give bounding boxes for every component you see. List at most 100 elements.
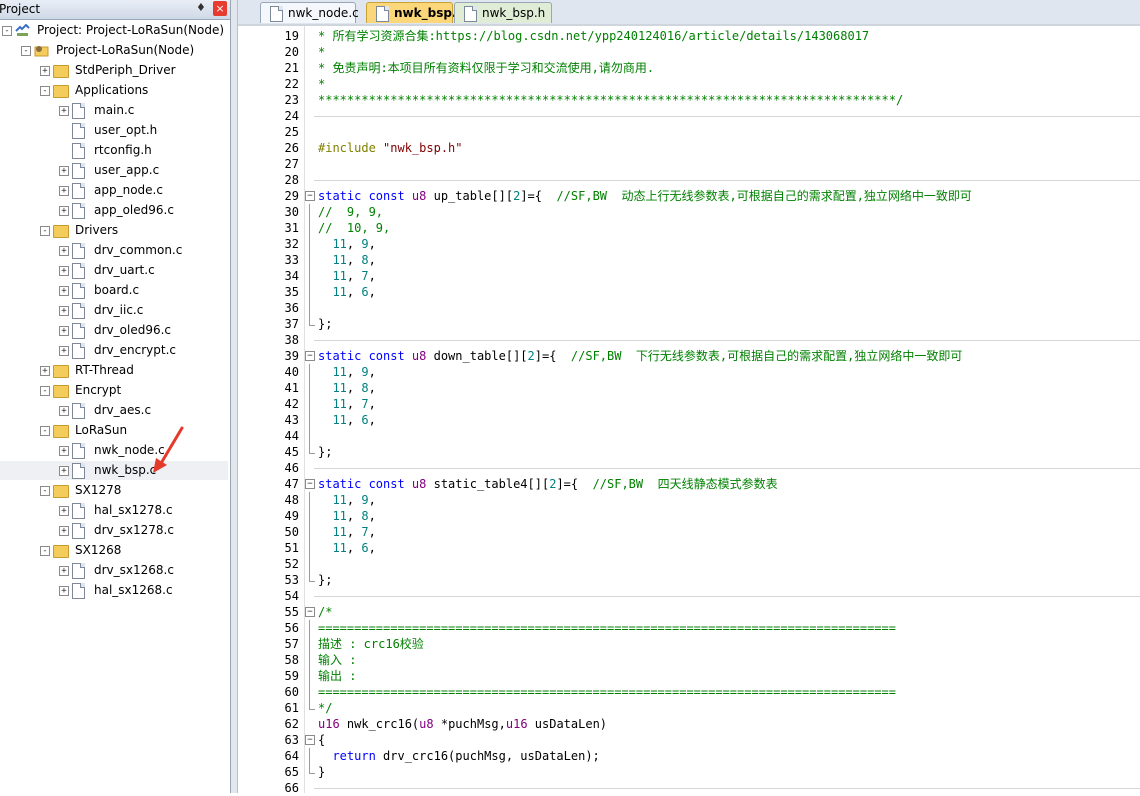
tree-file[interactable]: + drv_sx1268.c <box>0 561 228 580</box>
collapse-icon[interactable]: - <box>40 226 50 236</box>
code-line[interactable]: 43 11, 6, <box>238 412 1140 428</box>
tree-file[interactable]: + nwk_node.c <box>0 441 228 460</box>
code-line[interactable]: 60 ======================================… <box>238 684 1140 700</box>
tree-folder[interactable]: + StdPeriph_Driver <box>0 61 228 80</box>
expand-icon[interactable]: + <box>59 326 69 336</box>
code-line[interactable]: 49 11, 8, <box>238 508 1140 524</box>
expand-icon[interactable]: + <box>59 466 69 476</box>
tree-file[interactable]: + user_app.c <box>0 161 228 180</box>
code-line[interactable]: 34 11, 7, <box>238 268 1140 284</box>
code-line[interactable]: 62 u16 nwk_crc16(u8 *puchMsg,u16 usDataLe… <box>238 716 1140 732</box>
panel-splitter[interactable] <box>231 0 238 793</box>
code-line[interactable]: 19 * 所有学习资源合集:https://blog.csdn.net/ypp24… <box>238 28 1140 44</box>
tree-file[interactable]: + hal_sx1278.c <box>0 501 228 520</box>
tree-folder[interactable]: - Applications <box>0 81 228 100</box>
code-line[interactable]: 23 **************************************… <box>238 92 1140 108</box>
tree-file[interactable]: rtconfig.h <box>0 141 228 160</box>
code-line[interactable]: 55−/* <box>238 604 1140 620</box>
tree-folder[interactable]: - Drivers <box>0 221 228 240</box>
tree-project[interactable]: - Project: Project-LoRaSun(Node) <box>0 21 228 40</box>
tree-folder[interactable]: + RT-Thread <box>0 361 228 380</box>
code-line[interactable]: 42 11, 7, <box>238 396 1140 412</box>
tree-folder[interactable]: - SX1268 <box>0 541 228 560</box>
fold-collapse-icon[interactable]: − <box>305 191 315 201</box>
code-line[interactable]: 63−{ <box>238 732 1140 748</box>
code-line[interactable]: 32 11, 9, <box>238 236 1140 252</box>
tab-nwk-bsp-h[interactable]: nwk_bsp.h <box>454 2 552 23</box>
tree-file[interactable]: user_opt.h <box>0 121 228 140</box>
expand-icon[interactable]: + <box>59 506 69 516</box>
code-line[interactable]: 44 <box>238 428 1140 444</box>
expand-icon[interactable]: + <box>59 406 69 416</box>
code-line[interactable]: 26 #include "nwk_bsp.h" <box>238 140 1140 156</box>
collapse-icon[interactable]: - <box>40 486 50 496</box>
code-line[interactable]: 37}; <box>238 316 1140 332</box>
code-line[interactable]: 47− static const u8 static_table4[][2]={ … <box>238 476 1140 492</box>
code-line[interactable]: 25 <box>238 124 1140 140</box>
expand-icon[interactable]: + <box>59 186 69 196</box>
code-line[interactable]: 61 */ <box>238 700 1140 716</box>
expand-icon[interactable]: + <box>59 306 69 316</box>
fold-collapse-icon[interactable]: − <box>305 607 315 617</box>
tree-folder[interactable]: - SX1278 <box>0 481 228 500</box>
fold-collapse-icon[interactable]: − <box>305 479 315 489</box>
tree-file[interactable]: + main.c <box>0 101 228 120</box>
fold-collapse-icon[interactable]: − <box>305 351 315 361</box>
code-line[interactable]: 56 ======================================… <box>238 620 1140 636</box>
tree-file[interactable]: + drv_encrypt.c <box>0 341 228 360</box>
fold-collapse-icon[interactable]: − <box>305 735 315 745</box>
code-line[interactable]: 39− static const u8 down_table[][2]={ //S… <box>238 348 1140 364</box>
code-line[interactable]: 59 输出 : <box>238 668 1140 684</box>
code-line[interactable]: 35 11, 6, <box>238 284 1140 300</box>
expand-icon[interactable]: + <box>59 266 69 276</box>
code-line[interactable]: 29− static const u8 up_table[][2]={ //SF,… <box>238 188 1140 204</box>
close-icon[interactable]: × <box>213 1 227 16</box>
tree-folder[interactable]: - LoRaSun <box>0 421 228 440</box>
tree-file[interactable]: + drv_aes.c <box>0 401 228 420</box>
tree-file[interactable]: + drv_common.c <box>0 241 228 260</box>
expand-icon[interactable]: + <box>59 246 69 256</box>
tree-file[interactable]: + app_oled96.c <box>0 201 228 220</box>
tree-file[interactable]: + app_node.c <box>0 181 228 200</box>
tab-nwk-node-c[interactable]: nwk_node.c <box>260 2 359 23</box>
tab-nwk-bsp-c[interactable]: nwk_bsp.c <box>366 2 464 23</box>
tree-file[interactable]: + board.c <box>0 281 228 300</box>
code-line[interactable]: 33 11, 8, <box>238 252 1140 268</box>
code-line[interactable]: 22 * <box>238 76 1140 92</box>
code-line[interactable]: 40 11, 9, <box>238 364 1140 380</box>
code-line[interactable]: 27 <box>238 156 1140 172</box>
tree-folder[interactable]: - Encrypt <box>0 381 228 400</box>
code-line[interactable]: 36 <box>238 300 1140 316</box>
tree-file[interactable]: + nwk_bsp.c <box>0 461 228 480</box>
collapse-icon[interactable]: - <box>40 426 50 436</box>
code-line[interactable]: 30 // 9, 9, <box>238 204 1140 220</box>
code-line[interactable]: 58 输入 : <box>238 652 1140 668</box>
code-line[interactable]: 51 11, 6, <box>238 540 1140 556</box>
code-line[interactable]: 21 * 免责声明:本项目所有资料仅限于学习和交流使用,请勿商用. <box>238 60 1140 76</box>
tree-file[interactable]: + drv_uart.c <box>0 261 228 280</box>
code-line[interactable]: 20 * <box>238 44 1140 60</box>
collapse-icon[interactable]: - <box>40 386 50 396</box>
expand-icon[interactable]: + <box>40 66 50 76</box>
expand-icon[interactable]: + <box>59 346 69 356</box>
tree-file[interactable]: + drv_sx1278.c <box>0 521 228 540</box>
tree-file[interactable]: + drv_oled96.c <box>0 321 228 340</box>
code-line[interactable]: 53}; <box>238 572 1140 588</box>
code-line[interactable]: 48 11, 9, <box>238 492 1140 508</box>
code-line[interactable]: 64 return drv_crc16(puchMsg, usDataLen); <box>238 748 1140 764</box>
code-line[interactable]: 45}; <box>238 444 1140 460</box>
expand-icon[interactable]: + <box>59 206 69 216</box>
tree-file[interactable]: + drv_iic.c <box>0 301 228 320</box>
collapse-icon[interactable]: - <box>2 26 12 36</box>
code-area[interactable]: 19 * 所有学习资源合集:https://blog.csdn.net/ypp24… <box>238 26 1140 795</box>
code-line[interactable]: 41 11, 8, <box>238 380 1140 396</box>
code-line[interactable]: 57 描述 : crc16校验 <box>238 636 1140 652</box>
expand-icon[interactable]: + <box>59 526 69 536</box>
code-line[interactable]: 52 <box>238 556 1140 572</box>
expand-icon[interactable]: + <box>40 366 50 376</box>
tree-file[interactable]: + hal_sx1268.c <box>0 581 228 600</box>
code-line[interactable]: 31 // 10, 9, <box>238 220 1140 236</box>
tree-target[interactable]: - Project-LoRaSun(Node) <box>0 41 228 60</box>
code-line[interactable]: 65} <box>238 764 1140 780</box>
collapse-icon[interactable]: - <box>21 46 31 56</box>
